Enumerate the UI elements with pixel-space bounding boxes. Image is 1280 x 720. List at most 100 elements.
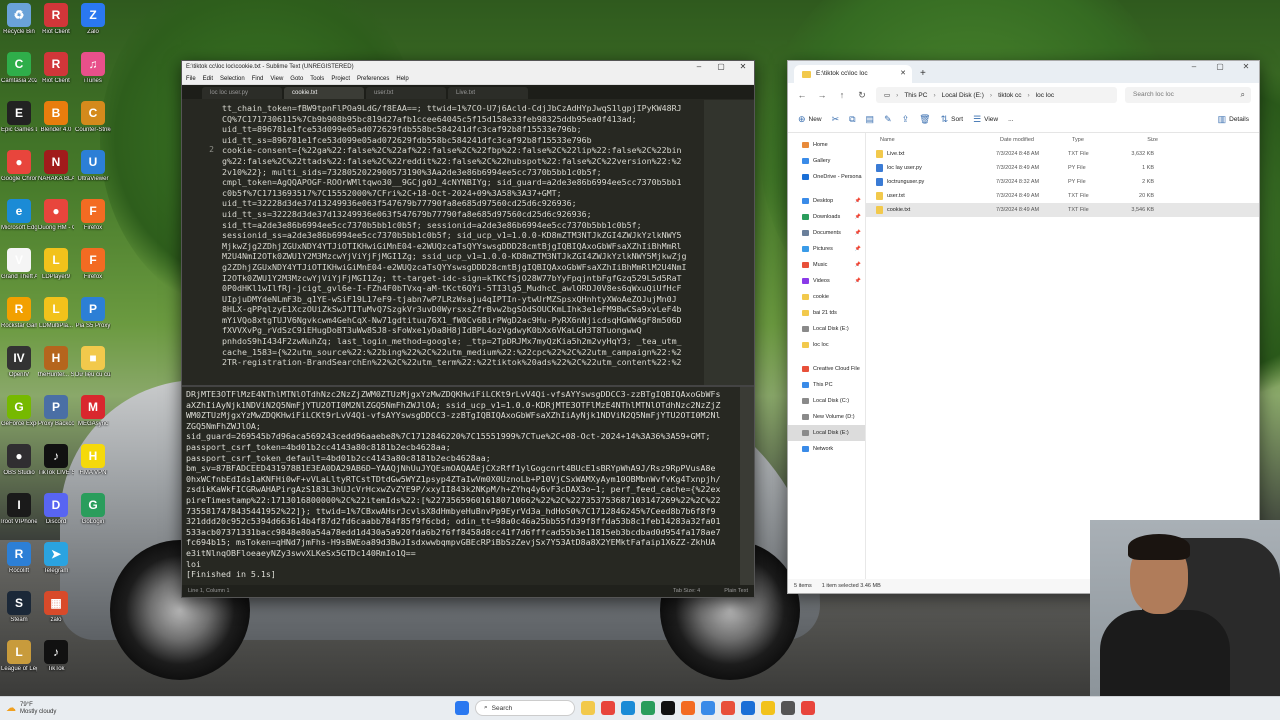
- desktop-icon[interactable]: ♫ iTunes: [75, 52, 111, 85]
- file-row[interactable]: cookie.txt 7/3/2024 8:49 AM TXT File 3,546 …: [866, 203, 1259, 217]
- taskbar-app-icon[interactable]: [761, 701, 775, 715]
- explorer-tab[interactable]: E:\tiktok cc\loc loc ✕: [794, 65, 912, 83]
- desktop-icon[interactable]: N NARAKA BLADEPOINT: [38, 150, 74, 183]
- nav-item[interactable]: Gallery: [788, 153, 865, 169]
- share-button[interactable]: ⇪: [902, 114, 910, 125]
- taskbar-app-icon[interactable]: [621, 701, 635, 715]
- column-header[interactable]: Type: [1072, 137, 1116, 143]
- editor-tab[interactable]: user.txt: [366, 87, 446, 99]
- menu-item[interactable]: View: [270, 76, 283, 82]
- desktop-icon[interactable]: M MEGAsync: [75, 395, 111, 428]
- view-button[interactable]: ☰ View: [973, 114, 998, 125]
- editor-tab[interactable]: loc loc user.py: [202, 87, 282, 99]
- taskbar-app-icon[interactable]: [741, 701, 755, 715]
- menu-item[interactable]: Goto: [290, 76, 303, 82]
- sublime-window[interactable]: E:\tiktok cc\loc loc\cookie.txt - Sublim…: [181, 60, 755, 598]
- search-input[interactable]: Search loc loc ⌕: [1125, 87, 1251, 103]
- up-arrow-icon[interactable]: ↑: [836, 90, 848, 100]
- close-button[interactable]: ✕: [1233, 61, 1259, 75]
- file-row[interactable]: loc lay user.py 7/3/2024 8:49 AM PY File 1 …: [866, 161, 1259, 175]
- address-bar[interactable]: ▭ › This PC › Local Disk (E:) › tiktok cc › loc …: [876, 87, 1117, 103]
- desktop-icon[interactable]: ▦ zalo: [38, 591, 74, 624]
- nav-item[interactable]: bai 21 tds: [788, 305, 865, 321]
- nav-item[interactable]: Local Disk (E:): [788, 425, 865, 441]
- desktop-icon[interactable]: E Epic Games Launcher: [1, 101, 37, 134]
- sublime-title-bar[interactable]: E:\tiktok cc\loc loc\cookie.txt - Sublim…: [182, 61, 754, 73]
- taskbar-app-icon[interactable]: [641, 701, 655, 715]
- desktop-icon[interactable]: e Microsoft Edge: [1, 199, 37, 232]
- desktop-icon[interactable]: S Steam: [1, 591, 37, 624]
- breadcrumb-item[interactable]: tiktok cc: [998, 92, 1021, 99]
- cut-button[interactable]: ✂: [832, 114, 840, 125]
- build-output-panel[interactable]: DRjMTE3OTFlMzE4NThlMTNlOTdhNzc2NzZjZWM0Z…: [182, 385, 754, 585]
- taskbar-app-icon[interactable]: [781, 701, 795, 715]
- close-tab-icon[interactable]: ✕: [900, 65, 906, 83]
- desktop-icon[interactable]: L LDPlayer9: [38, 248, 74, 281]
- desktop-icon[interactable]: G GoLogin: [75, 493, 111, 526]
- close-button[interactable]: ✕: [732, 61, 754, 73]
- menu-item[interactable]: Selection: [220, 76, 245, 82]
- desktop-icon[interactable]: C Camtasia 2021: [1, 52, 37, 85]
- more-button[interactable]: ...: [1008, 116, 1013, 123]
- desktop-icon[interactable]: V Grand Theft Auto V: [1, 248, 37, 281]
- column-header[interactable]: Date modified: [1000, 137, 1072, 143]
- desktop-icon[interactable]: C Counter-Strike 2: [75, 101, 111, 134]
- column-header[interactable]: Name: [880, 137, 1000, 143]
- desktop-icon[interactable]: R Riot Client: [38, 3, 74, 36]
- nav-item[interactable]: loc loc: [788, 337, 865, 353]
- syntax-indicator[interactable]: Plain Text: [724, 588, 748, 594]
- new-tab-button[interactable]: +: [912, 68, 926, 83]
- refresh-icon[interactable]: ↻: [856, 90, 868, 101]
- taskbar-app-icon[interactable]: [601, 701, 615, 715]
- maximize-button[interactable]: ▢: [710, 61, 732, 73]
- nav-item[interactable]: Pictures 📌: [788, 241, 865, 257]
- nav-item[interactable]: OneDrive - Persona: [788, 169, 865, 185]
- desktop-icon[interactable]: HtheHunter... Shortcut: [38, 346, 74, 379]
- editor-pane[interactable]: 2 tt_chain_token=fBW9tpnFlPOa9LdG/f8EAA=…: [182, 100, 754, 385]
- desktop-icon[interactable]: ● OBS Studio: [1, 444, 37, 477]
- desktop-icon[interactable]: ♪ TikTok LIVE Studio: [38, 444, 74, 477]
- nav-item[interactable]: This PC: [788, 377, 865, 393]
- taskbar-app-icon[interactable]: [701, 701, 715, 715]
- menu-item[interactable]: Find: [252, 76, 264, 82]
- nav-item[interactable]: Local Disk (E:): [788, 321, 865, 337]
- nav-item[interactable]: Network: [788, 441, 865, 457]
- copy-button[interactable]: ⧉: [849, 114, 855, 125]
- file-row[interactable]: user.txt 7/3/2024 8:49 AM TXT File 20 KB: [866, 189, 1259, 203]
- desktop-icon[interactable]: F Firefox: [75, 248, 111, 281]
- desktop-icon[interactable]: L LDMultiPla...: [38, 297, 74, 330]
- desktop-icon[interactable]: Z Zalo: [75, 3, 111, 36]
- menu-item[interactable]: File: [186, 76, 196, 82]
- desktop-icon[interactable]: P Proxy Backconne...: [38, 395, 74, 428]
- nav-item[interactable]: New Volume (D:): [788, 409, 865, 425]
- nav-item[interactable]: Desktop 📌: [788, 193, 865, 209]
- breadcrumb-item[interactable]: Local Disk (E:): [942, 92, 984, 99]
- taskbar-app-icon[interactable]: [721, 701, 735, 715]
- menu-item[interactable]: Preferences: [357, 76, 389, 82]
- desktop-icon[interactable]: G GeForce Experience: [1, 395, 37, 428]
- code-area[interactable]: tt_chain_token=fBW9tpnFlPOa9LdG/f8EAA==;…: [222, 100, 704, 385]
- minimize-button[interactable]: –: [1181, 61, 1207, 75]
- back-arrow-icon[interactable]: ←: [796, 90, 808, 100]
- maximize-button[interactable]: ▢: [1207, 61, 1233, 75]
- taskbar-app-icon[interactable]: [801, 701, 815, 715]
- desktop-icon[interactable]: R Rocolift: [1, 542, 37, 575]
- editor-tab[interactable]: cookie.txt: [284, 87, 364, 99]
- breadcrumb-item[interactable]: loc loc: [1036, 92, 1054, 99]
- menu-item[interactable]: Tools: [310, 76, 324, 82]
- delete-button[interactable]: 🗑: [919, 114, 930, 125]
- minimap[interactable]: [704, 100, 754, 385]
- file-explorer-window[interactable]: E:\tiktok cc\loc loc ✕ + – ▢ ✕ ← → ↑ ↻ ▭…: [787, 60, 1260, 594]
- taskbar-app-icon[interactable]: [681, 701, 695, 715]
- desktop-icon[interactable]: ● Duong HM - Chrome: [38, 199, 74, 232]
- nav-item[interactable]: Music 📌: [788, 257, 865, 273]
- menu-item[interactable]: Help: [396, 76, 408, 82]
- nav-item[interactable]: Documents 📌: [788, 225, 865, 241]
- sort-button[interactable]: ⇅ Sort: [941, 114, 963, 125]
- menu-item[interactable]: Project: [331, 76, 350, 82]
- nav-item[interactable]: Local Disk (C:): [788, 393, 865, 409]
- column-header[interactable]: Size: [1116, 137, 1158, 143]
- menu-item[interactable]: Edit: [203, 76, 213, 82]
- weather-widget[interactable]: ☁ 79°F Mostly cloudy: [0, 702, 200, 716]
- desktop-icon[interactable]: ♻ Recycle Bin: [1, 3, 37, 36]
